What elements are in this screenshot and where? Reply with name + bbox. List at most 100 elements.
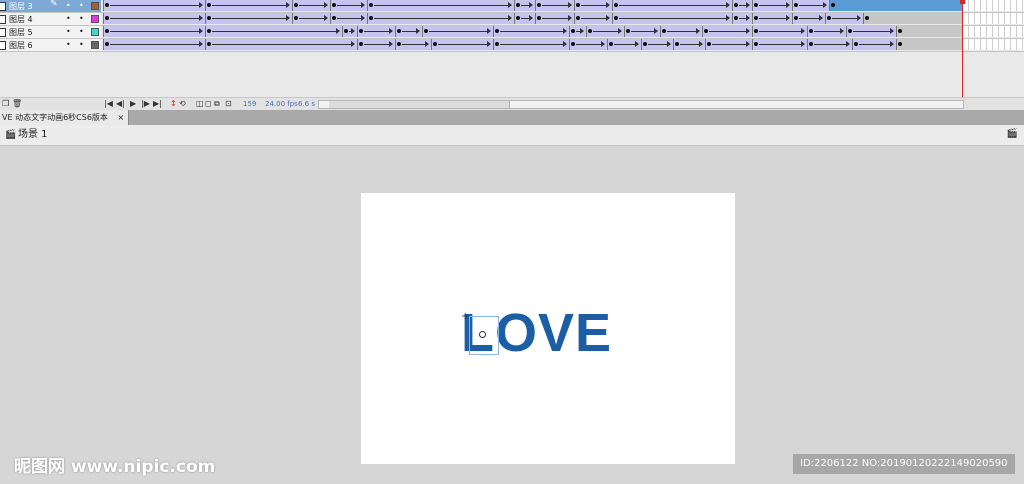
keyframe[interactable] [848,29,852,33]
keyframe[interactable] [609,42,613,46]
keyframe[interactable] [614,16,618,20]
keyframe[interactable] [571,42,575,46]
center-frame-icon[interactable]: ↕ [170,98,177,110]
keyframe[interactable] [369,16,373,20]
stage[interactable]: LOVE + [361,193,735,464]
keyframe[interactable] [809,42,813,46]
outline-color-swatch[interactable] [91,2,99,10]
static-frames[interactable] [896,39,963,50]
keyframe[interactable] [854,42,858,46]
keyframe[interactable] [294,16,298,20]
layer-row[interactable]: 图层 6 • • [0,39,101,52]
edit-scene-icon[interactable]: 🎬 [1007,129,1018,139]
onion-outline-icon[interactable]: ◻ [205,98,212,110]
timeline-scrollbar[interactable] [318,100,964,109]
keyframe[interactable] [614,3,618,7]
keyframe[interactable] [105,29,109,33]
keyframe[interactable] [571,29,575,33]
loop-icon[interactable]: ⟲ [179,98,186,110]
keyframe[interactable] [105,42,109,46]
keyframe[interactable] [207,29,211,33]
keyframe[interactable] [495,29,499,33]
frame-row[interactable] [101,26,1024,39]
keyframe[interactable] [397,42,401,46]
go-to-last-frame-button[interactable]: ▶| [153,98,162,110]
keyframe[interactable] [576,16,580,20]
frame-row[interactable] [101,13,1024,26]
keyframe[interactable] [207,42,211,46]
lock-toggle[interactable]: • [79,40,84,49]
keyframe[interactable] [537,16,541,20]
keyframe[interactable] [105,16,109,20]
current-frame[interactable]: 159 [243,98,256,110]
frame-row[interactable] [101,39,1024,52]
keyframe[interactable] [707,42,711,46]
static-frames[interactable] [863,13,963,24]
layer-row[interactable]: 图层 3 ✎ • • [0,0,101,13]
new-layer-icon[interactable]: ❐ [2,98,9,110]
step-forward-button[interactable]: |▶ [141,98,150,110]
keyframe[interactable] [516,3,520,7]
keyframe[interactable] [588,29,592,33]
frame-rate[interactable]: 24.00 fps [265,98,298,110]
frame-row[interactable] [101,0,1024,13]
empty-frames[interactable] [963,39,1024,50]
keyframe[interactable] [734,16,738,20]
outline-color-swatch[interactable] [91,15,99,23]
visibility-toggle[interactable]: • [66,40,71,49]
scene-label[interactable]: 场景 1 [18,128,48,142]
keyframe[interactable] [359,29,363,33]
keyframe[interactable] [704,29,708,33]
scrollbar-thumb[interactable] [329,101,510,108]
keyframe[interactable] [495,42,499,46]
keyframe[interactable] [734,3,738,7]
keyframe[interactable] [433,42,437,46]
document-tab[interactable]: VE 动态文字动画6秒CS6版本 × [0,110,130,125]
keyframe[interactable] [332,3,336,7]
keyframe[interactable] [831,3,835,7]
visibility-toggle[interactable]: • [66,1,71,10]
keyframe[interactable] [359,42,363,46]
static-frames[interactable] [896,26,963,37]
keyframe[interactable] [105,3,109,7]
keyframe[interactable] [827,16,831,20]
keyframe[interactable] [754,42,758,46]
selected-frames[interactable] [829,0,963,11]
empty-frames[interactable] [963,26,1024,37]
keyframe[interactable] [809,29,813,33]
keyframe[interactable] [537,3,541,7]
empty-frames[interactable] [963,0,1024,11]
edit-multiple-frames-icon[interactable]: ⧉ [214,98,220,110]
visibility-toggle[interactable]: • [66,14,71,23]
keyframe[interactable] [344,29,348,33]
step-back-button[interactable]: ◀| [116,98,125,110]
close-icon[interactable]: × [117,113,124,122]
keyframe[interactable] [643,42,647,46]
keyframe[interactable] [794,3,798,7]
keyframe[interactable] [662,29,666,33]
keyframe[interactable] [794,16,798,20]
keyframe[interactable] [294,3,298,7]
keyframe[interactable] [754,29,758,33]
keyframe[interactable] [397,29,401,33]
keyframe[interactable] [754,16,758,20]
layer-row[interactable]: 图层 5 • • [0,26,101,39]
lock-toggle[interactable]: • [79,1,84,10]
onion-markers-icon[interactable]: ⊡ [225,98,232,110]
keyframe[interactable] [898,29,902,33]
keyframe[interactable] [332,16,336,20]
outline-color-swatch[interactable] [91,28,99,36]
frames-area[interactable] [101,0,1024,53]
empty-frames[interactable] [963,13,1024,24]
keyframe[interactable] [207,16,211,20]
playhead[interactable] [962,0,963,101]
delete-layer-icon[interactable]: 🗑 [12,98,22,110]
keyframe[interactable] [516,16,520,20]
layer-row[interactable]: 图层 4 • • [0,13,101,26]
go-to-first-frame-button[interactable]: |◀ [104,98,113,110]
keyframe[interactable] [898,42,902,46]
keyframe[interactable] [576,3,580,7]
keyframe[interactable] [675,42,679,46]
registration-point[interactable] [479,331,486,338]
outline-color-swatch[interactable] [91,41,99,49]
